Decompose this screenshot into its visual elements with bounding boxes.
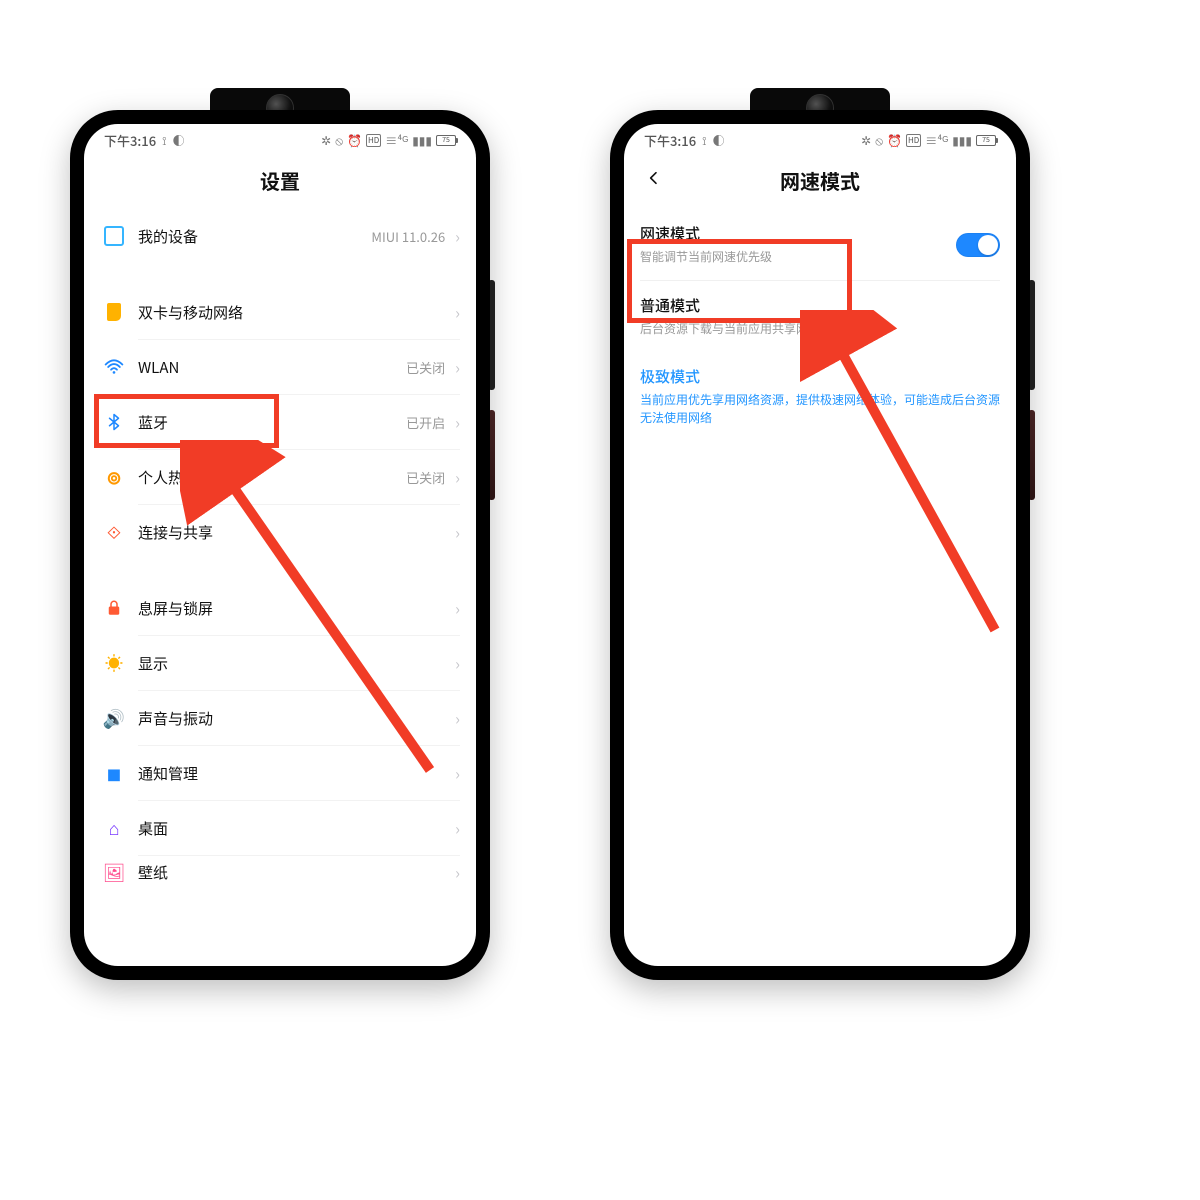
extreme-mode-row[interactable]: 极致模式 当前应用优先享用网络资源，提供极速网络体验，可能造成后台资源无法使用网… [640, 352, 1000, 441]
location-icon: ⟟ [162, 132, 166, 149]
battery-icon: 75 [976, 135, 996, 146]
alarm-icon: ⏰ [347, 132, 362, 149]
extreme-mode-title: 极致模式 [640, 366, 1000, 387]
lock-icon [100, 599, 128, 617]
wallpaper-icon: 🖼 [100, 859, 128, 885]
hd-icon: HD [906, 134, 921, 147]
status-bar: 下午3:16 ⟟ ◐ ✲ ⦸ ⏰ HD ≡⁴ᴳ ▮▮▮ 75 [84, 124, 476, 156]
row-sound[interactable]: 🔊 声音与振动 › [100, 691, 460, 745]
signal-icon: ≡⁴ᴳ [385, 132, 408, 149]
settings-list: 我的设备 MIUI 11.0.26 › 双卡与移动网络 › [84, 209, 476, 888]
battery-icon: 75 [436, 135, 456, 146]
wifi-status-icon: ▮▮▮ [952, 132, 972, 149]
chevron-right-icon: › [455, 651, 460, 675]
page-title: 设置 [84, 166, 476, 195]
chevron-right-icon: › [455, 860, 460, 884]
chevron-right-icon: › [455, 596, 460, 620]
row-hint: 已关闭 [406, 468, 445, 487]
row-device[interactable]: 我的设备 MIUI 11.0.26 › [100, 209, 460, 263]
chevron-right-icon: › [455, 761, 460, 785]
info-icon: ◐ [173, 132, 185, 149]
sim-icon [100, 303, 128, 321]
location-icon: ⟟ [702, 132, 706, 149]
row-label: 桌面 [128, 818, 455, 839]
title-bar: 网速模式 [624, 156, 1016, 209]
chevron-right-icon: › [455, 706, 460, 730]
annotation-box-wlan [94, 394, 279, 448]
back-button[interactable] [642, 166, 666, 190]
chevron-right-icon: › [455, 410, 460, 434]
status-time: 下午3:16 [104, 131, 156, 150]
row-hint: 已开启 [406, 413, 445, 432]
row-connection[interactable]: ⟐ 连接与共享 › [100, 505, 460, 559]
row-label: 通知管理 [128, 763, 455, 784]
row-sim[interactable]: 双卡与移动网络 › [100, 285, 460, 339]
chevron-right-icon: › [455, 300, 460, 324]
row-wlan[interactable]: WLAN 已关闭 › [100, 340, 460, 394]
row-label: 个人热点 [128, 467, 406, 488]
row-lockscreen[interactable]: 息屏与锁屏 › [100, 581, 460, 635]
hotspot-icon: ⊚ [100, 464, 128, 490]
home-icon: ⌂ [100, 815, 128, 841]
chevron-right-icon: › [455, 816, 460, 840]
signal-icon: ≡⁴ᴳ [925, 132, 948, 149]
share-icon: ⟐ [100, 519, 128, 545]
bluetooth-icon: ✲ [861, 132, 871, 149]
annotation-box-mode [627, 239, 852, 323]
row-label: 连接与共享 [128, 522, 455, 543]
row-label: 息屏与锁屏 [128, 598, 455, 619]
row-hotspot[interactable]: ⊚ 个人热点 已关闭 › [100, 450, 460, 504]
row-label: 显示 [128, 653, 455, 674]
sound-icon: 🔊 [100, 705, 128, 731]
dnd-icon: ⦸ [875, 132, 883, 149]
row-wallpaper[interactable]: 🖼 壁纸 › [100, 856, 460, 888]
status-bar: 下午3:16 ⟟ ◐ ✲ ⦸ ⏰ HD ≡⁴ᴳ ▮▮▮ 75 [624, 124, 1016, 156]
row-notifications[interactable]: ◼ 通知管理 › [100, 746, 460, 800]
row-label: 我的设备 [128, 226, 371, 247]
row-desktop[interactable]: ⌂ 桌面 › [100, 801, 460, 855]
dnd-icon: ⦸ [335, 132, 343, 149]
device-icon [100, 226, 128, 246]
hd-icon: HD [366, 134, 381, 147]
row-label: WLAN [128, 357, 406, 378]
chevron-right-icon: › [455, 355, 460, 379]
mode-toggle-switch[interactable] [956, 233, 1000, 257]
row-label: 双卡与移动网络 [128, 302, 455, 323]
row-display[interactable]: ☀ 显示 › [100, 636, 460, 690]
info-icon: ◐ [713, 132, 725, 149]
row-hint: 已关闭 [406, 358, 445, 377]
row-label: 壁纸 [128, 862, 455, 883]
page-title: 网速模式 [624, 166, 1016, 195]
extreme-mode-sub: 当前应用优先享用网络资源，提供极速网络体验，可能造成后台资源无法使用网络 [640, 391, 1000, 427]
title-bar: 设置 [84, 156, 476, 209]
notification-icon: ◼ [100, 760, 128, 786]
chevron-right-icon: › [455, 520, 460, 544]
chevron-right-icon: › [455, 224, 460, 248]
wifi-icon [100, 357, 128, 377]
row-label: 声音与振动 [128, 708, 455, 729]
wifi-status-icon: ▮▮▮ [412, 132, 432, 149]
brightness-icon: ☀ [100, 650, 128, 676]
bluetooth-icon: ✲ [321, 132, 331, 149]
alarm-icon: ⏰ [887, 132, 902, 149]
status-time: 下午3:16 [644, 131, 696, 150]
row-hint: MIUI 11.0.26 [371, 227, 445, 246]
chevron-right-icon: › [455, 465, 460, 489]
